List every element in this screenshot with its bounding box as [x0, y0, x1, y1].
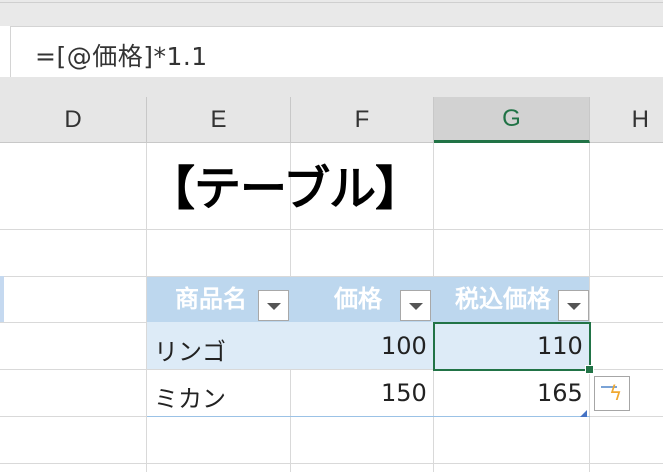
formula-text[interactable]: =[@価格]*1.1 — [35, 37, 208, 73]
table-cell-price[interactable]: 100 — [381, 332, 427, 360]
column-header-h[interactable]: H — [590, 97, 663, 143]
lightning-icon: ϟ — [609, 381, 623, 405]
table-cell-tax-price[interactable]: 165 — [537, 379, 583, 407]
grid-line — [589, 276, 590, 322]
ribbon-divider — [0, 2, 663, 3]
table-bottom-border — [147, 416, 590, 417]
header-overflow-mask — [590, 277, 663, 322]
formula-bar[interactable]: =[@価格]*1.1 — [10, 26, 663, 77]
sheet-title[interactable]: 【テーブル】 — [148, 150, 448, 220]
column-header-e[interactable]: E — [147, 97, 291, 143]
autocorrect-options-button[interactable]: ϟ — [594, 376, 630, 411]
table-cell-product[interactable]: ミカン — [154, 379, 226, 414]
grid-line — [0, 463, 663, 464]
filter-dropdown-icon[interactable] — [400, 290, 431, 321]
row-header-highlight — [0, 276, 4, 322]
column-header-d[interactable]: D — [0, 97, 147, 143]
column-header-f[interactable]: F — [291, 97, 434, 143]
table-cell-product[interactable]: リンゴ — [154, 332, 226, 367]
header-gap — [0, 77, 663, 97]
grid-line — [0, 229, 663, 230]
ribbon-edge — [0, 0, 663, 26]
table-header-row: 商品名 価格 税込価格 — [147, 277, 590, 322]
fill-handle[interactable] — [585, 365, 594, 374]
table-cell-price[interactable]: 150 — [381, 379, 427, 407]
active-cell-selection — [433, 322, 591, 371]
table-header-tax-price[interactable]: 税込価格 — [455, 277, 551, 322]
column-header-g[interactable]: G — [434, 97, 590, 143]
filter-dropdown-icon[interactable] — [258, 290, 289, 321]
table-header-price[interactable]: 価格 — [334, 277, 382, 322]
table-resize-handle-icon[interactable] — [580, 410, 587, 417]
filter-dropdown-icon[interactable] — [558, 290, 589, 321]
table-header-product[interactable]: 商品名 — [175, 277, 247, 322]
